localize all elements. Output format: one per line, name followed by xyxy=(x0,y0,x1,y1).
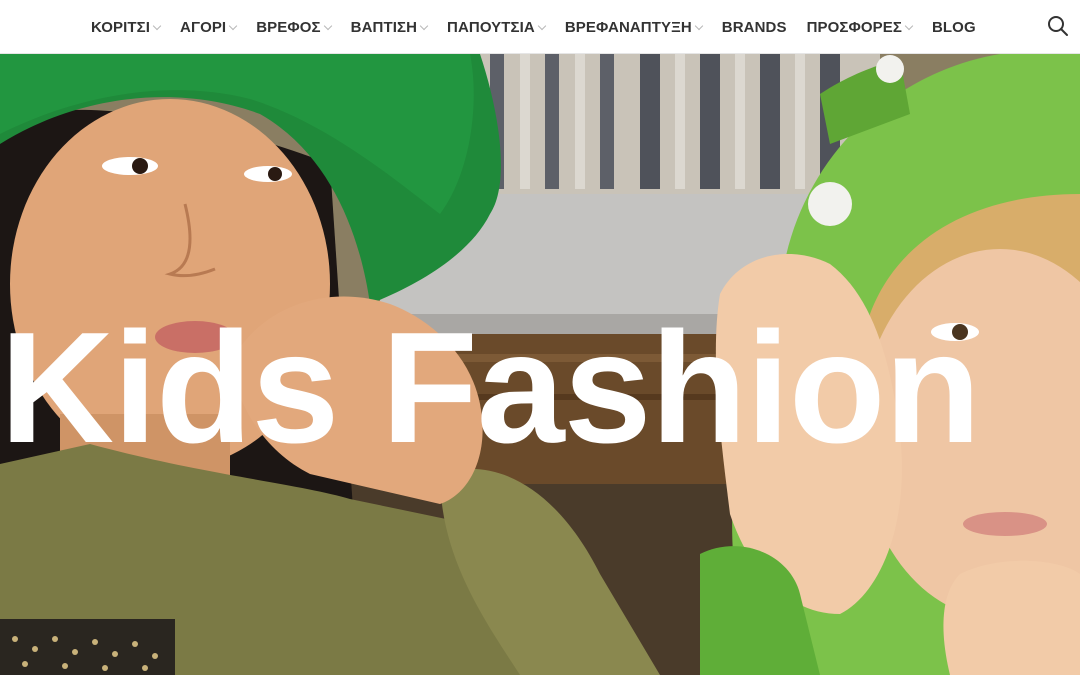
chevron-down-icon xyxy=(537,21,547,30)
nav-item-label: BLOG xyxy=(931,18,976,36)
main-navigation: ΚΟΡΙΤΣΙ ΑΓΟΡΙ ΒΡΕΦΟΣ ΒΑΠΤΙΣΗ ΠΑΠΟΥΤΣΙΑ Β… xyxy=(0,0,1080,54)
chevron-down-icon xyxy=(419,21,429,30)
search-icon xyxy=(1048,16,1068,36)
nav-item-label: ΒΡΕΦΟΣ xyxy=(256,18,321,36)
nav-menu: ΚΟΡΙΤΣΙ ΑΓΟΡΙ ΒΡΕΦΟΣ ΒΑΠΤΙΣΗ ΠΑΠΟΥΤΣΙΑ Β… xyxy=(91,0,996,54)
chevron-down-icon xyxy=(694,21,704,30)
nav-item-vaptisi[interactable]: ΒΑΠΤΙΣΗ xyxy=(350,0,429,54)
chevron-down-icon xyxy=(323,21,332,30)
nav-item-label: ΒΑΠΤΙΣΗ xyxy=(350,18,418,36)
hero-banner[interactable]: Kids Fashion xyxy=(0,54,1080,675)
nav-item-label: ΠΑΠΟΥΤΣΙΑ xyxy=(447,18,535,36)
nav-item-koritsi[interactable]: ΚΟΡΙΤΣΙ xyxy=(91,0,162,54)
nav-item-label: ΑΓΟΡΙ xyxy=(180,18,227,36)
nav-item-label: ΚΟΡΙΤΣΙ xyxy=(91,18,151,36)
nav-item-vrefos[interactable]: ΒΡΕΦΟΣ xyxy=(256,0,332,54)
nav-item-prosfores[interactable]: ΠΡΟΣΦΟΡΕΣ xyxy=(806,0,914,54)
nav-item-brands[interactable]: BRANDS xyxy=(722,0,787,54)
nav-item-label: BRANDS xyxy=(721,18,787,36)
search-button[interactable] xyxy=(1046,14,1070,38)
hero-title: Kids Fashion xyxy=(0,300,981,476)
chevron-down-icon xyxy=(904,21,914,30)
nav-item-vrefanaptyxi[interactable]: ΒΡΕΦΑΝΑΠΤΥΞΗ xyxy=(564,0,704,54)
chevron-down-icon xyxy=(152,21,162,30)
chevron-down-icon xyxy=(228,21,238,30)
nav-item-papoutsia[interactable]: ΠΑΠΟΥΤΣΙΑ xyxy=(447,0,547,54)
nav-item-label: ΒΡΕΦΑΝΑΠΤΥΞΗ xyxy=(564,18,692,36)
striped-cushion xyxy=(480,54,880,194)
nav-item-agori[interactable]: ΑΓΟΡΙ xyxy=(180,0,238,54)
nav-item-label: ΠΡΟΣΦΟΡΕΣ xyxy=(806,18,902,36)
nav-item-blog[interactable]: BLOG xyxy=(932,0,976,54)
